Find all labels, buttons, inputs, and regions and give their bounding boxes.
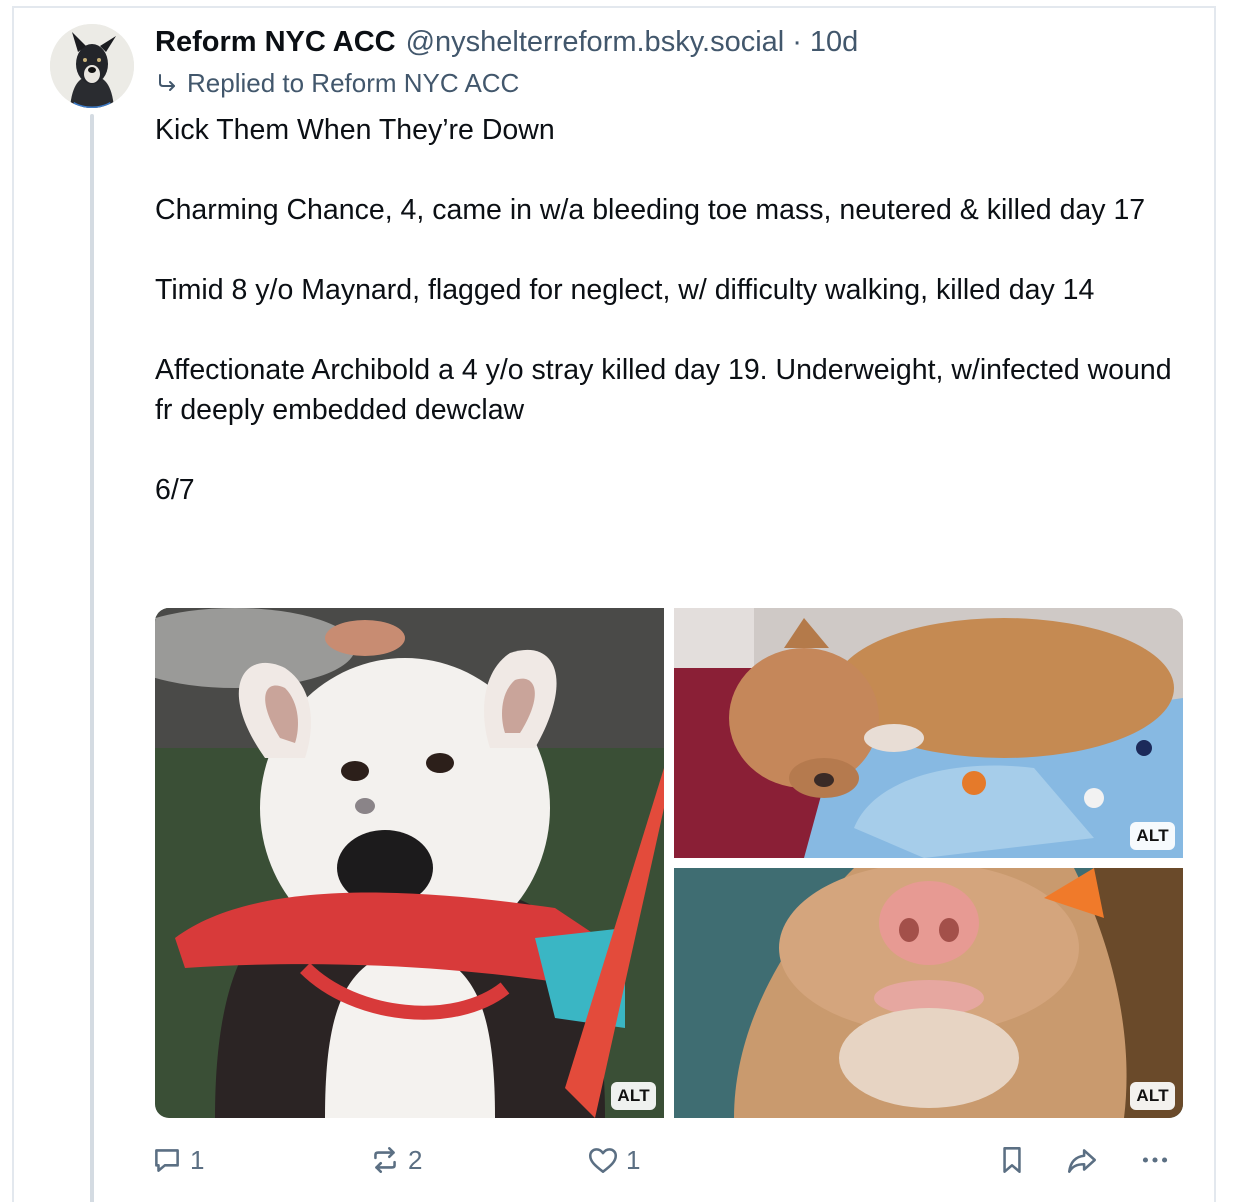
bookmark-button[interactable] bbox=[995, 1138, 1029, 1182]
alt-badge[interactable]: ALT bbox=[1130, 1082, 1175, 1110]
avatar[interactable] bbox=[50, 24, 134, 108]
heart-icon bbox=[588, 1148, 618, 1173]
like-button[interactable]: 1 bbox=[586, 1138, 640, 1182]
reply-button[interactable]: 1 bbox=[150, 1138, 204, 1182]
repost-arrows-icon bbox=[374, 1147, 396, 1173]
dog-photo-closeup-nose bbox=[674, 868, 1183, 1118]
dog-photo-white-pitbull bbox=[155, 608, 664, 1118]
post-paragraph: Kick Them When They’re Down bbox=[155, 114, 555, 146]
author-handle[interactable]: @nyshelterreform.bsky.social bbox=[406, 24, 785, 60]
post-header: Reform NYC ACC @nyshelterreform.bsky.soc… bbox=[155, 24, 858, 60]
like-count: 1 bbox=[626, 1144, 641, 1175]
post-age[interactable]: 10d bbox=[810, 24, 858, 60]
reply-count: 1 bbox=[190, 1144, 205, 1175]
post-image-3[interactable]: ALT bbox=[674, 868, 1183, 1118]
repost-button[interactable]: 2 bbox=[368, 1138, 422, 1182]
post-paragraph: Affectionate Archibold a 4 y/o stray kil… bbox=[155, 354, 1172, 426]
thread-line bbox=[90, 114, 94, 1202]
more-dots-icon bbox=[1142, 1157, 1168, 1163]
share-button[interactable] bbox=[1065, 1138, 1099, 1182]
post-text: Kick Them When They’re Down Charming Cha… bbox=[155, 110, 1195, 510]
post-paragraph: Charming Chance, 4, came in w/a bleeding… bbox=[155, 194, 1146, 226]
alt-badge[interactable]: ALT bbox=[611, 1082, 656, 1110]
repost-count: 2 bbox=[408, 1144, 423, 1175]
bookmark-icon bbox=[1003, 1147, 1021, 1173]
reply-bubble-icon bbox=[155, 1149, 179, 1172]
replied-to-text: Replied to Reform NYC ACC bbox=[187, 68, 520, 98]
replied-to-label[interactable]: Replied to Reform NYC ACC bbox=[155, 68, 519, 98]
image-gallery: ALT ALT ALT bbox=[155, 608, 1183, 1118]
dog-photo-brown-lying bbox=[674, 608, 1183, 858]
post-paragraph: 6/7 bbox=[155, 474, 195, 506]
author-name[interactable]: Reform NYC ACC bbox=[155, 24, 396, 60]
post-actions: 1 2 1 bbox=[150, 1138, 1180, 1182]
post-image-2[interactable]: ALT bbox=[674, 608, 1183, 858]
avatar-dog-image bbox=[50, 24, 134, 108]
post-image-1[interactable]: ALT bbox=[155, 608, 664, 1118]
header-separator: · bbox=[792, 26, 802, 58]
reply-arrow-icon bbox=[159, 74, 175, 91]
more-options-button[interactable] bbox=[1138, 1138, 1172, 1182]
post-paragraph: Timid 8 y/o Maynard, flagged for neglect… bbox=[155, 274, 1095, 306]
share-arrow-icon bbox=[1067, 1149, 1097, 1173]
alt-badge[interactable]: ALT bbox=[1130, 822, 1175, 850]
